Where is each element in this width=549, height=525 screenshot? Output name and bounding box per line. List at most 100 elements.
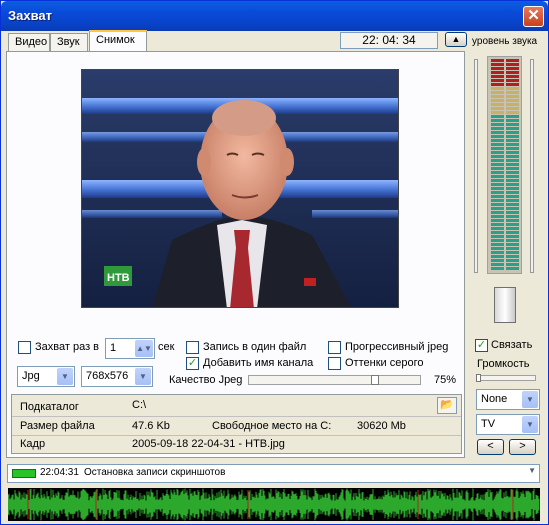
meter-segment <box>491 191 504 194</box>
meter-segment <box>506 191 519 194</box>
spinner-arrows-icon[interactable]: ▲▼ <box>135 340 153 357</box>
meter-segment <box>506 211 519 214</box>
title-bar[interactable]: Захват ✕ <box>1 1 548 31</box>
video-preview: НТВ <box>81 69 399 308</box>
meter-segment <box>506 95 519 98</box>
tab-sound[interactable]: Звук <box>50 33 88 52</box>
meter-segment <box>491 207 504 210</box>
meter-segment <box>491 95 504 98</box>
source-select-2[interactable]: TV ▼ <box>476 414 540 435</box>
meter-segment <box>506 223 519 226</box>
progressive-jpeg-checkbox[interactable] <box>328 341 341 354</box>
meter-segment <box>491 247 504 250</box>
meter-segment <box>506 67 519 70</box>
close-button[interactable]: ✕ <box>523 6 544 27</box>
link-label: Связать <box>491 339 533 351</box>
meter-segment <box>506 123 519 126</box>
meter-segment <box>491 267 504 270</box>
meter-segment <box>491 179 504 182</box>
meter-segment <box>491 255 504 258</box>
chevron-down-icon: ▼ <box>135 368 151 385</box>
volume-slider[interactable] <box>476 374 536 382</box>
meter-left-channel <box>491 59 504 271</box>
interval-unit: сек <box>158 341 175 353</box>
size-select[interactable]: 768x576 ▼ <box>81 366 153 387</box>
volume-slider-thumb-small[interactable] <box>476 374 481 382</box>
volume-label: Громкость <box>477 358 530 370</box>
quality-slider[interactable] <box>248 375 421 385</box>
quality-label: Качество Jpeg <box>169 374 243 386</box>
add-channel-label: Добавить имя канала <box>203 357 314 369</box>
meter-segment <box>491 175 504 178</box>
prev-button[interactable]: < <box>477 439 504 455</box>
divider <box>12 435 461 436</box>
browse-folder-button[interactable]: 📂 <box>437 397 457 414</box>
meter-segment <box>491 135 504 138</box>
meter-segment <box>506 63 519 66</box>
meter-segment <box>506 75 519 78</box>
meter-segment <box>506 71 519 74</box>
quality-slider-thumb[interactable] <box>371 375 379 385</box>
meter-segment <box>506 79 519 82</box>
meter-segment <box>506 167 519 170</box>
meter-segment <box>491 223 504 226</box>
channel-logo: НТВ <box>107 272 130 284</box>
meter-segment <box>506 91 519 94</box>
tab-video[interactable]: Видео <box>8 33 50 52</box>
meter-segment <box>491 147 504 150</box>
meter-segment <box>506 155 519 158</box>
single-file-checkbox[interactable] <box>186 341 199 354</box>
waveform-path <box>7 488 540 521</box>
meter-segment <box>506 219 519 222</box>
meter-segment <box>491 215 504 218</box>
single-file-label: Запись в один файл <box>203 341 307 353</box>
meter-segment <box>491 231 504 234</box>
format-select[interactable]: Jpg ▼ <box>17 366 75 387</box>
meter-segment <box>506 127 519 130</box>
meter-segment <box>491 79 504 82</box>
meter-segment <box>491 131 504 134</box>
meter-segment <box>506 255 519 258</box>
meter-segment <box>491 243 504 246</box>
chevron-up-icon: ▲ <box>451 34 461 44</box>
next-button[interactable]: > <box>509 439 536 455</box>
meter-right-channel <box>506 59 519 271</box>
meter-segment <box>506 215 519 218</box>
meter-segment <box>506 239 519 242</box>
meter-segment <box>506 171 519 174</box>
source-select-1[interactable]: None ▼ <box>476 389 540 410</box>
meter-segment <box>506 259 519 262</box>
source-select-1-value: None <box>481 393 508 405</box>
meter-segment <box>491 187 504 190</box>
capture-window: Захват ✕ Видео Звук Снимок 22: 04: 34 ▲ … <box>0 0 549 525</box>
meter-segment <box>506 147 519 150</box>
tab-sound-label: Звук <box>57 36 80 48</box>
folder-open-icon: 📂 <box>440 399 454 411</box>
chevron-down-icon: ▼ <box>57 368 73 385</box>
freespace-value: 30620 Mb <box>357 420 406 432</box>
meter-segment <box>506 227 519 230</box>
frame-value: 2005-09-18 22-04-31 - НТВ.jpg <box>132 438 285 450</box>
meter-segment <box>491 171 504 174</box>
grayscale-checkbox[interactable] <box>328 357 341 370</box>
meter-segment <box>491 83 504 86</box>
level-label: уровень звука <box>472 36 538 47</box>
volume-slider-thumb[interactable] <box>494 287 516 323</box>
meter-segment <box>506 231 519 234</box>
meter-segment <box>491 167 504 170</box>
tab-snapshot[interactable]: Снимок <box>89 30 147 52</box>
quality-percent: 75% <box>434 374 457 386</box>
capture-every-checkbox[interactable] <box>18 341 31 354</box>
link-checkbox[interactable]: ✓ <box>475 339 488 352</box>
chevron-down-icon[interactable]: ▼ <box>528 466 536 475</box>
meter-segment <box>491 183 504 186</box>
collapse-button[interactable]: ▲ <box>445 32 467 47</box>
meter-segment <box>491 103 504 106</box>
subdir-label: Подкаталог <box>20 401 79 413</box>
chevron-left-icon: < <box>487 440 494 452</box>
interval-spinner[interactable]: 1 ▲▼ <box>105 338 155 359</box>
meter-segment <box>491 211 504 214</box>
add-channel-checkbox[interactable]: ✓ <box>186 357 199 370</box>
meter-segment <box>491 71 504 74</box>
freespace-label: Свободное место на C: <box>212 420 332 432</box>
